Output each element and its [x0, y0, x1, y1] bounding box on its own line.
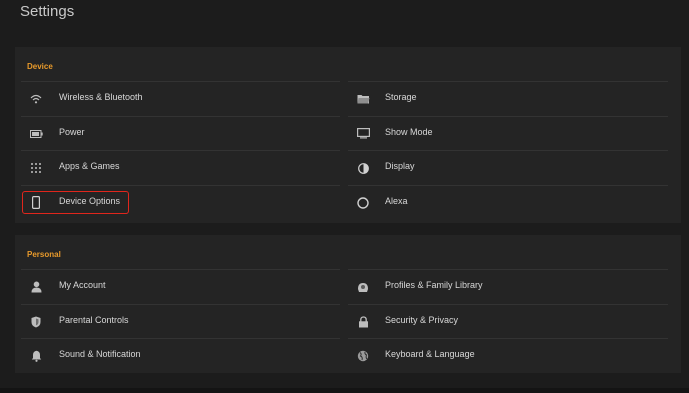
section-header-personal: Personal: [27, 250, 61, 259]
settings-item-label: Profiles & Family Library: [385, 280, 483, 290]
settings-item-security-privacy[interactable]: Security & Privacy: [348, 303, 668, 339]
lock-icon: [356, 315, 370, 329]
settings-item-label: Wireless & Bluetooth: [59, 92, 143, 102]
section-header-device: Device: [27, 62, 53, 71]
person-icon: [29, 280, 43, 294]
settings-item-sound-notification[interactable]: Sound & Notification: [21, 338, 340, 373]
settings-item-label: My Account: [59, 280, 106, 290]
settings-item-label: Parental Controls: [59, 314, 129, 325]
tablet-icon: [29, 196, 43, 210]
shield-icon: [29, 315, 43, 329]
settings-item-label: Apps & Games: [59, 161, 120, 171]
settings-item-apps-games[interactable]: Apps & Games: [21, 150, 340, 185]
wifi-icon: [29, 92, 43, 106]
settings-item-profiles-family-library[interactable]: Profiles & Family Library: [348, 269, 668, 304]
device-section: Device Wireless & Bluetooth Power Apps &…: [15, 47, 681, 223]
settings-item-display[interactable]: Display: [348, 150, 668, 185]
settings-item-keyboard-language[interactable]: Keyboard & Language: [348, 338, 668, 373]
settings-item-power[interactable]: Power: [21, 115, 340, 151]
settings-item-my-account[interactable]: My Account: [21, 269, 340, 304]
settings-item-label: Security & Privacy: [385, 314, 459, 325]
personal-left-column: My Account Parental Controls Sound & Not…: [21, 269, 340, 373]
profiles-icon: [356, 280, 370, 294]
bottom-edge: [0, 388, 689, 393]
settings-item-device-options[interactable]: Device Options: [21, 184, 340, 220]
settings-item-label: Power: [59, 126, 85, 137]
settings-item-storage[interactable]: Storage: [348, 81, 668, 116]
page-title: Settings: [20, 3, 75, 20]
globe-icon: [356, 349, 370, 363]
settings-item-alexa[interactable]: Alexa: [348, 184, 668, 220]
settings-item-show-mode[interactable]: Show Mode: [348, 115, 668, 151]
settings-item-label: Device Options: [59, 195, 121, 206]
settings-item-label: Show Mode: [385, 126, 433, 137]
settings-item-parental-controls[interactable]: Parental Controls: [21, 303, 340, 339]
settings-item-label: Display: [385, 161, 415, 171]
bell-icon: [29, 349, 43, 363]
device-right-column: Storage Show Mode Display Alexa: [348, 81, 668, 219]
monitor-icon: [356, 127, 370, 141]
device-left-column: Wireless & Bluetooth Power Apps & Games …: [21, 81, 340, 219]
battery-icon: [29, 127, 43, 141]
folder-icon: [356, 92, 370, 106]
alexa-ring-icon: [356, 196, 370, 210]
settings-item-label: Storage: [385, 92, 417, 102]
grid-icon: [29, 161, 43, 175]
settings-item-wireless-bluetooth[interactable]: Wireless & Bluetooth: [21, 81, 340, 116]
settings-item-label: Keyboard & Language: [385, 349, 475, 359]
contrast-icon: [356, 161, 370, 175]
personal-section: Personal My Account Parental Controls So…: [15, 235, 681, 373]
settings-item-label: Alexa: [385, 195, 408, 206]
settings-item-label: Sound & Notification: [59, 349, 141, 359]
personal-right-column: Profiles & Family Library Security & Pri…: [348, 269, 668, 373]
